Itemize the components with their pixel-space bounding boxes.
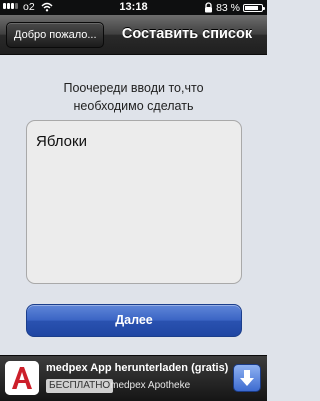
back-button[interactable]: Добро пожало... <box>6 22 104 48</box>
ad-banner[interactable]: medpex App herunterladen (gratis) БЕСПЛА… <box>0 355 267 401</box>
instruction-line-2: необходимо сделать <box>73 99 194 113</box>
battery-icon <box>243 3 265 12</box>
page-title: Составить список <box>121 26 253 42</box>
ad-subtitle: - medpex Apotheke <box>104 380 191 391</box>
instruction-text: Поочереди вводи то,что необходимо сделат… <box>20 79 247 115</box>
status-bar: o2 13:18 83 % <box>0 0 267 15</box>
next-button[interactable]: Далее <box>26 304 242 337</box>
instruction-line-1: Поочереди вводи то,что <box>63 81 204 95</box>
download-arrow-icon[interactable] <box>233 364 261 392</box>
battery-percent: 83 % <box>216 1 240 14</box>
navigation-bar: Добро пожало... Составить список <box>0 15 267 55</box>
medpex-pharmacy-logo-icon <box>5 361 39 395</box>
list-textarea[interactable]: Яблоки <box>26 120 242 284</box>
ad-title: medpex App herunterladen (gratis) <box>46 362 229 374</box>
rotation-lock-icon <box>205 2 213 13</box>
